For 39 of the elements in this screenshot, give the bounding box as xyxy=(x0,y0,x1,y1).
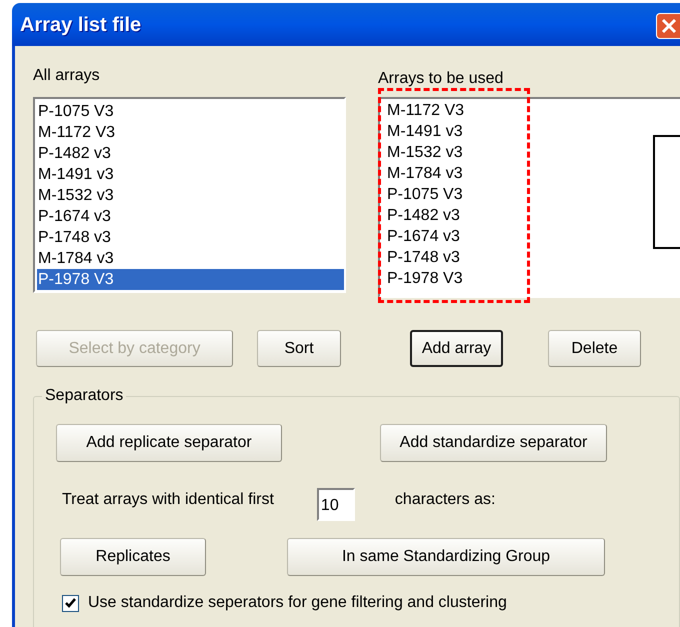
window-title: Array list file xyxy=(20,12,142,38)
list-item[interactable]: P-1075 V3 xyxy=(37,101,114,122)
list-item[interactable]: P-1674 v3 xyxy=(386,226,460,247)
list-item[interactable]: P-1482 v3 xyxy=(37,143,111,164)
list-item[interactable]: M-1532 v3 xyxy=(386,142,463,163)
check-icon xyxy=(65,598,76,608)
list-item[interactable]: P-1978 V3 xyxy=(386,268,463,289)
list-item[interactable]: P-1978 V3 xyxy=(37,269,344,290)
close-button[interactable] xyxy=(656,12,680,38)
button[interactable]: Add array xyxy=(410,330,503,367)
button[interactable]: Add standardize separator xyxy=(380,424,607,462)
list-item[interactable]: P-1748 v3 xyxy=(37,227,111,248)
list-item[interactable]: M-1491 v3 xyxy=(386,121,463,142)
list-item[interactable]: M-1491 v3 xyxy=(37,164,114,185)
characters-field[interactable]: 10 xyxy=(316,488,355,521)
list-item[interactable]: M-1532 v3 xyxy=(37,185,114,206)
button[interactable]: Sort xyxy=(257,330,341,367)
arrays-to-be-used-list[interactable]: M-1172 V3 M-1491 v3 M-1532 v3 M-1784 v3 P-1075 V3 P-1482 v3 P-1674 v3 P-1748 v3 P-1978 V3 xyxy=(378,97,680,298)
list-label: All arrays xyxy=(33,66,100,86)
list-item[interactable]: M-1784 v3 xyxy=(37,248,114,269)
button[interactable]: Replicates xyxy=(60,538,206,576)
list-item[interactable]: P-1482 v3 xyxy=(386,205,460,226)
close-icon xyxy=(661,18,677,34)
button[interactable]: Add replicate separator xyxy=(56,424,282,462)
field-label: Treat arrays with identical first xyxy=(62,490,274,510)
list-item[interactable]: M-1784 v3 xyxy=(386,163,463,184)
list-item[interactable]: M-1172 V3 xyxy=(386,100,464,121)
group-title: Separators xyxy=(42,386,126,406)
button[interactable]: Delete xyxy=(548,330,641,367)
checkbox[interactable] xyxy=(62,594,79,612)
list-label: Arrays to be used xyxy=(378,69,504,89)
list-item[interactable]: P-1748 v3 xyxy=(386,247,460,268)
all-arrays-list[interactable]: P-1075 V3 M-1172 V3 P-1482 v3 M-1491 v3 M-1532 v3 P-1674 v3 P-1748 v3 M-1784 v3 P-1978 V3 xyxy=(33,97,346,293)
field-label: characters as: xyxy=(394,490,496,510)
list-item[interactable]: P-1674 v3 xyxy=(37,206,111,227)
button[interactable]: In same Standardizing Group xyxy=(287,538,605,576)
list-item[interactable]: M-1172 V3 xyxy=(37,122,116,143)
list-item[interactable]: P-1075 V3 xyxy=(386,184,463,205)
checkbox-label: Use standardize seperators for gene filtering and clustering xyxy=(88,593,507,613)
